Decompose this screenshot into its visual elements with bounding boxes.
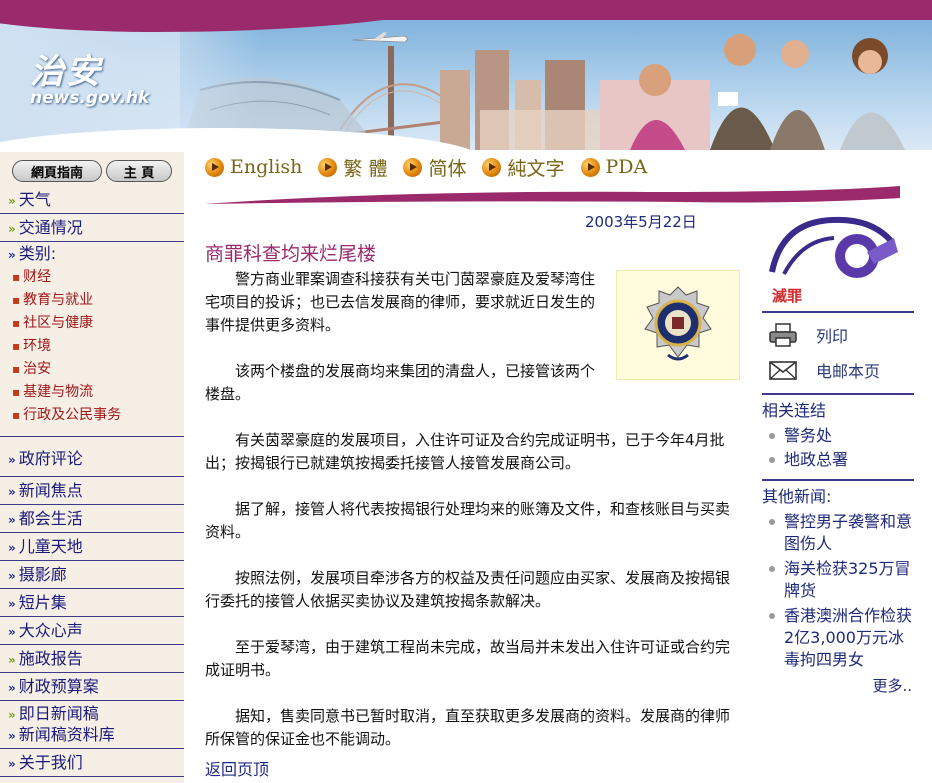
nav-item-gov-comment[interactable]: » 政府评论 [0,437,184,477]
divider [762,311,914,313]
email-page-link[interactable]: 电邮本页 [762,352,914,387]
square-bullet-icon: ▪ [12,270,21,284]
left-navigation: 網頁指南 主 頁 » 天气 » 交通情况 » 类别: ▪ 财经 ▪ 教育与就业 ▪ 社区与健… [0,152,184,783]
print-link[interactable]: 列印 [762,317,914,352]
nav-category-health[interactable]: ▪ 社区与健康 [0,312,184,335]
nav-item-weather[interactable]: » 天气 [0,186,184,214]
nav-item-city-life[interactable]: » 都会生活 [0,505,184,533]
nav-category-administration[interactable]: ▪ 行政及公民事务 [0,404,184,427]
site-logo-title[interactable]: 治安 [30,44,102,93]
fight-crime-label: 滅罪 [772,287,803,305]
lang-pda-link[interactable]: PDA [580,156,647,178]
divider [762,393,914,395]
double-chevron-icon: » [8,729,16,743]
square-bullet-icon: ▪ [12,339,21,353]
double-chevron-icon: » [8,625,16,639]
site-guide-button[interactable]: 網頁指南 [12,160,102,182]
orange-arrow-bullet-icon [580,157,600,177]
lang-simplified-link[interactable]: 简体 [403,154,466,181]
nav-category-heading: » 类别: [8,244,57,263]
handcuff-logo-icon [762,212,902,290]
header-banner: 治安 news.gov.hk [0,0,932,150]
related-links-list: 警务处 地政总署 [762,425,914,471]
double-chevron-icon: » [8,513,16,527]
orange-arrow-bullet-icon [482,157,502,177]
article-paragraph: 至于爱琴湾，由于建筑工程尚未完成，故当局并未发出入住许可证或合约完成证明书。 [205,638,731,679]
double-chevron-icon: » [8,653,16,667]
double-chevron-icon: » [8,597,16,611]
square-bullet-icon: ▪ [12,316,21,330]
square-bullet-icon: ▪ [12,385,21,399]
other-news-list: 警控男子袭警和意图伤人 海关检获325万冒牌货 香港澳洲合作检获2亿3,000万… [762,511,914,671]
fight-crime-banner[interactable]: 滅罪 [762,212,902,307]
divider [762,479,914,481]
right-column: 滅罪 列印 电邮本页 相关连结 警务处 地政总署 其他新闻: 警控男子袭警和意图… [762,212,914,696]
header-swoosh-divider [200,186,904,204]
nav-item-videos[interactable]: » 短片集 [0,589,184,617]
article-paragraph: 据了解，接管人将代表按揭银行处理均来的账簿及文件，和查核账目与买卖资料。 [205,500,731,541]
double-chevron-icon: » [8,708,16,722]
airplane-image [351,32,409,43]
related-links-heading: 相关连结 [762,401,827,420]
double-chevron-icon: » [8,453,16,467]
city-image [440,50,600,150]
printer-icon [769,322,797,347]
double-chevron-icon: » [8,757,16,771]
nav-item-press-archive[interactable]: » 新闻稿资料库 [0,725,184,749]
article-date: 2003年5月22日 [585,213,697,231]
nav-item-policy-address[interactable]: » 施政报告 [0,645,184,673]
back-to-top-link[interactable]: 返回页顶 [205,756,269,780]
square-bullet-icon: ▪ [12,362,21,376]
other-news-item[interactable]: 警控男子袭警和意图伤人 [762,511,914,555]
double-chevron-icon: » [8,248,16,262]
nav-category-environment[interactable]: ▪ 环境 [0,335,184,358]
orange-arrow-bullet-icon [403,157,423,177]
nav-category-law-order[interactable]: ▪ 治安 [0,358,184,381]
lang-traditional-link[interactable]: 繁 體 [318,154,387,181]
home-button[interactable]: 主 頁 [106,160,172,182]
more-news-link[interactable]: 更多.. [762,675,914,696]
article-body: 警方商业罪案调查科接获有关屯门茵翠豪庭及爱琴湾住宅项目的投诉；也已去信发展商的律… [205,268,740,774]
article-paragraph: 按照法例，发展项目牵涉各方的权益及责任问题应由买家、发展商及按揭银行委托的接管人… [205,569,731,610]
people-image [600,34,905,150]
nav-item-traffic[interactable]: » 交通情况 [0,214,184,242]
article-title: 商罪科查均来烂尾楼 [205,243,377,265]
other-news-item[interactable]: 香港澳洲合作检获2亿3,000万元冰毒拘四男女 [762,605,914,671]
nav-item-press-releases[interactable]: » 即日新闻稿 [0,701,184,725]
double-chevron-icon: » [8,194,16,208]
nav-item-budget[interactable]: » 财政预算案 [0,673,184,701]
nav-button-row: 網頁指南 主 頁 [0,152,184,182]
nav-category-infrastructure[interactable]: ▪ 基建与物流 [0,381,184,404]
double-chevron-icon: » [8,681,16,695]
double-chevron-icon: » [8,541,16,555]
envelope-icon [769,360,797,380]
other-news-heading: 其他新闻: [762,487,832,506]
nav-item-photo-gallery[interactable]: » 摄影廊 [0,561,184,589]
lang-text-only-link[interactable]: 純文字 [482,154,565,181]
article-paragraph: 据知，售卖同意书已暂时取消，直至获取更多发展商的资料。发展商的律师所保管的保证金… [205,707,731,748]
double-chevron-icon: » [8,485,16,499]
orange-arrow-bullet-icon [318,157,338,177]
police-crest-icon [644,286,712,361]
orange-arrow-bullet-icon [205,157,224,177]
nav-category-finance[interactable]: ▪ 财经 [0,266,184,289]
other-news-item[interactable]: 海关检获325万冒牌货 [762,558,914,602]
related-link-police[interactable]: 警务处 [762,425,914,447]
article-paragraph: 有关茵翠豪庭的发展项目，入住许可证及合约完成证明书，已于今年4月批出；按揭银行已… [205,431,725,472]
nav-item-news-focus[interactable]: » 新闻焦点 [0,477,184,505]
site-logo-url[interactable]: news.gov.hk [30,88,149,108]
nav-category-education[interactable]: ▪ 教育与就业 [0,289,184,312]
double-chevron-icon: » [8,222,16,236]
square-bullet-icon: ▪ [12,293,21,307]
nav-item-kids[interactable]: » 儿童天地 [0,533,184,561]
lang-english-link[interactable]: English [205,156,302,178]
language-bar: English 繁 體 简体 純文字 PDA [205,152,905,182]
double-chevron-icon: » [8,569,16,583]
related-link-lands-department[interactable]: 地政总署 [762,449,914,471]
square-bullet-icon: ▪ [12,408,21,422]
nav-item-about-us[interactable]: » 关于我们 [0,749,184,777]
police-badge-image [616,270,740,380]
nav-list: » 天气 » 交通情况 » 类别: ▪ 财经 ▪ 教育与就业 ▪ 社区与健康 ▪ 环境 ▪ 治安… [0,186,184,777]
nav-item-public-voice[interactable]: » 大众心声 [0,617,184,645]
